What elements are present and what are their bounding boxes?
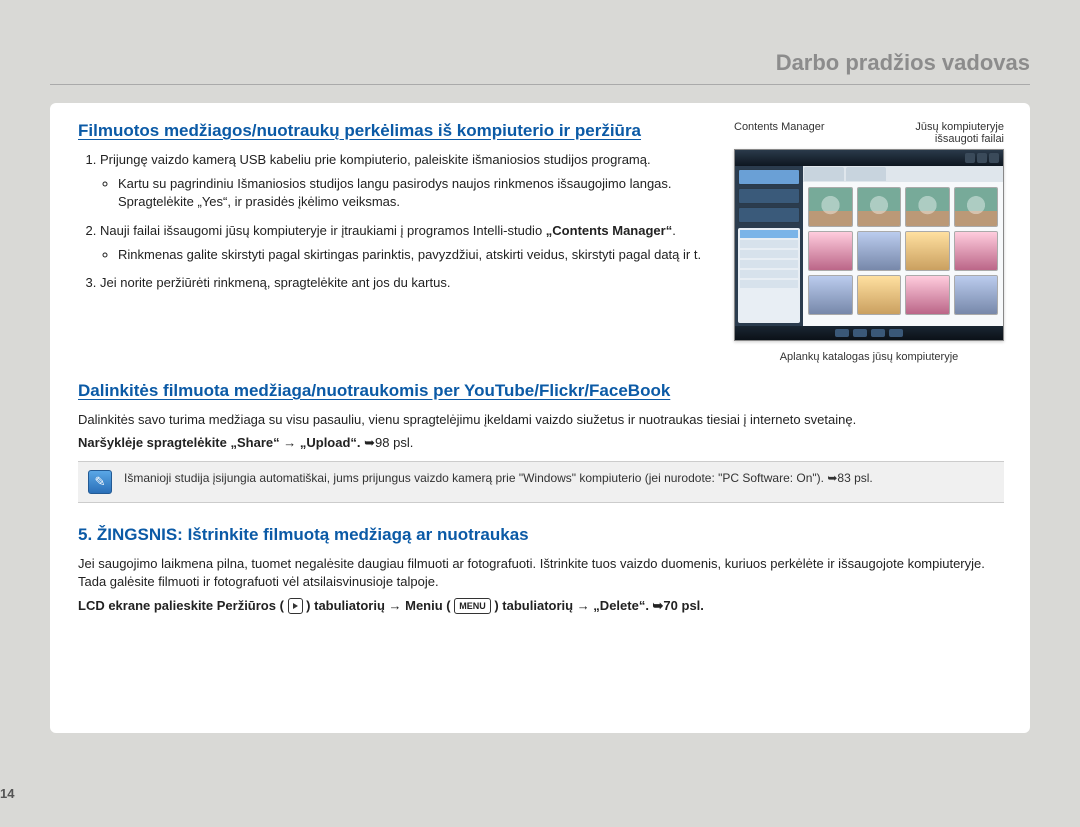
app-titlebar [735,150,1003,166]
note-box: ✎ Išmanioji studija įsijungia automatišk… [78,461,1004,503]
figure-label-right-2: išsaugoti failai [915,133,1004,145]
section-transfer: Filmuotos medžiagos/nuotraukų perkėlimas… [78,121,1004,363]
thumbnail [808,275,853,315]
list-item: Prijungę vaizdo kamerą USB kabeliu prie … [100,151,708,212]
instr-text: „Upload“. [300,435,364,450]
section-share: Dalinkitės filmuota medžiaga/nuotraukomi… [78,381,1004,503]
thumbnail [808,231,853,271]
thumbnail [954,275,999,315]
page-header-title: Darbo pradžios vadovas [50,50,1030,85]
list-text: Nauji failai išsaugomi jūsų kompiuteryje… [100,223,546,238]
thumbnail [905,275,950,315]
list-text: Kartu su pagrindiniu Išmaniosios studijo… [118,175,708,211]
thumbnail [954,231,999,271]
thumbnail-grid [803,182,1003,326]
instr-text: ) tabuliatorių → „Delete“. ➥70 psl. [494,598,704,613]
section2-title: Dalinkitės filmuota medžiaga/nuotraukomi… [78,381,1004,401]
section3-instruction: LCD ekrane palieskite Peržiūros ( ) tabu… [78,598,1004,615]
instr-text: Naršyklėje spragtelėkite „Share“ [78,435,283,450]
note-icon: ✎ [88,470,112,494]
section1-title: Filmuotos medžiagos/nuotraukų perkėlimas… [78,121,708,141]
folder-tree [738,228,800,323]
menu-icon: MENU [454,598,491,614]
list-item: Jei norite peržiūrėti rinkmeną, spragtel… [100,274,708,292]
figure-intelli-studio: Contents Manager Jūsų kompiuteryje išsau… [734,121,1004,363]
section1-list: Prijungę vaizdo kamerą USB kabeliu prie … [78,151,708,292]
list-text: . [672,223,676,238]
thumbnail [857,231,902,271]
list-text: Prijungę vaizdo kamerą USB kabeliu prie … [100,152,651,167]
list-text: Rinkmenas galite skirstyti pagal skirtin… [118,246,708,264]
content-box: Filmuotos medžiagos/nuotraukų perkėlimas… [50,103,1030,733]
thumbnail [808,187,853,227]
section3-paragraph: Jei saugojimo laikmena pilna, tuomet neg… [78,555,1004,591]
section2-instruction: Naršyklėje spragtelėkite „Share“ → „Uplo… [78,435,1004,451]
arrow-icon: → [283,435,296,450]
play-icon [288,598,303,614]
figure-caption-bottom: Aplankų katalogas jūsų kompiuteryje [734,351,1004,363]
list-item: Nauji failai išsaugomi jūsų kompiuteryje… [100,222,708,264]
thumbnail [905,231,950,271]
page-number: 14 [0,786,14,801]
app-window-screenshot [734,149,1004,341]
thumbnail [954,187,999,227]
app-sidebar [735,166,803,326]
contents-manager-label: „Contents Manager“ [546,223,672,238]
instr-text: ) tabuliatorių → Meniu ( [306,598,450,613]
section-delete: 5. ŽINGSNIS: Ištrinkite filmuotą medžiag… [78,525,1004,614]
section2-paragraph: Dalinkitės savo turima medžiaga su visu … [78,411,1004,429]
figure-label-right-1: Jūsų kompiuteryje [915,121,1004,133]
page-ref: ➥98 psl. [364,435,413,450]
manual-page: Darbo pradžios vadovas Filmuotos medžiag… [0,0,1080,827]
list-text: Jei norite peržiūrėti rinkmeną, spragtel… [100,275,450,290]
instr-text: LCD ekrane palieskite Peržiūros ( [78,598,284,613]
app-bottom-bar [735,326,1003,340]
note-text: Išmanioji studija įsijungia automatiškai… [124,470,873,487]
figure-label-left: Contents Manager [734,121,825,145]
thumbnail [905,187,950,227]
app-tabs [803,166,1003,182]
thumbnail [857,187,902,227]
section3-title: 5. ŽINGSNIS: Ištrinkite filmuotą medžiag… [78,525,1004,545]
thumbnail [857,275,902,315]
